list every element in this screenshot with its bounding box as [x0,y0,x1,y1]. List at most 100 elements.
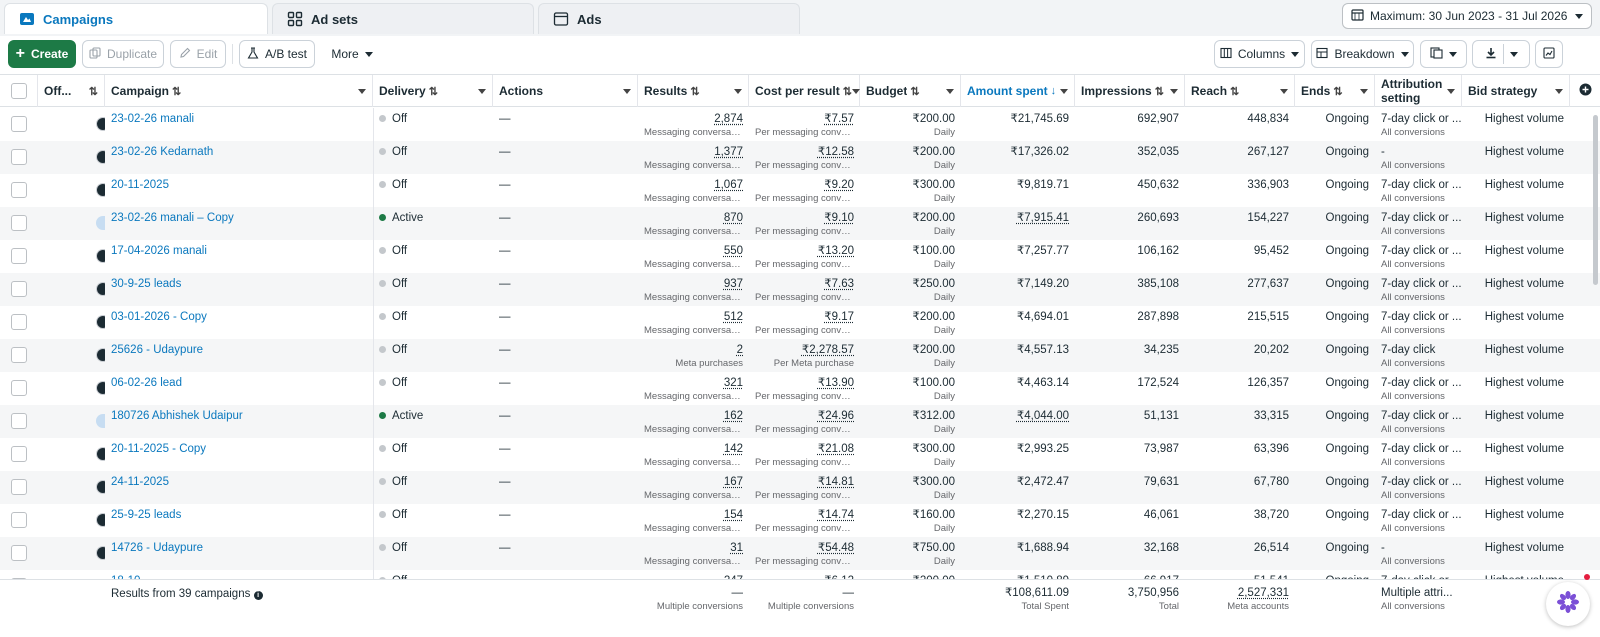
breakdown-button[interactable]: Breakdown [1311,40,1414,68]
tab-ads[interactable]: Ads [538,3,800,34]
campaign-toggle[interactable] [96,216,105,230]
edit-button[interactable]: Edit [170,40,226,68]
campaign-name-link[interactable]: 25-9-25 leads [111,508,367,522]
chevron-down-icon[interactable] [1447,89,1455,94]
chevron-down-icon[interactable] [946,89,954,94]
campaign-name-link[interactable]: 24-11-2025 [111,475,367,489]
results-subtext: Messaging conversati... [644,555,743,569]
add-column-button[interactable] [1570,75,1600,107]
campaign-name-link[interactable]: 25626 - Udaypure [111,343,367,357]
campaign-toggle[interactable] [96,381,105,395]
campaign-name-link[interactable]: 23-02-26 Kedarnath [111,145,367,159]
row-checkbox[interactable] [11,512,27,528]
row-checkbox[interactable] [11,446,27,462]
header-attribution-setting[interactable]: Attribution setting [1375,75,1462,107]
campaign-name-link[interactable]: 14726 - Udaypure [111,541,367,555]
header-impressions[interactable]: Impressions⇅ [1075,75,1185,107]
spent-value: ₹4,694.01 [967,310,1069,324]
vertical-scrollbar[interactable] [1593,115,1598,285]
select-all-checkbox[interactable] [11,83,27,99]
header-reach[interactable]: Reach⇅ [1185,75,1295,107]
duplicate-button[interactable]: Duplicate [82,40,164,68]
campaign-toggle[interactable] [96,414,105,428]
header-bid-strategy[interactable]: Bid strategy [1462,75,1570,107]
export-button[interactable] [1472,40,1530,68]
chevron-down-icon[interactable] [1170,89,1178,94]
campaign-toggle[interactable] [96,249,105,263]
header-amount-spent[interactable]: Amount spent↓ [961,75,1075,107]
tab-ad-sets[interactable]: Ad sets [272,3,534,34]
row-checkbox[interactable] [11,215,27,231]
delivery-status: Off [379,442,487,456]
header-delivery[interactable]: Delivery⇅ [373,75,493,107]
cell-spent: ₹1,688.94 [961,537,1075,570]
row-checkbox[interactable] [11,347,27,363]
campaign-toggle[interactable] [96,447,105,461]
header-results[interactable]: Results⇅ [638,75,749,107]
chevron-down-icon[interactable] [478,89,486,94]
chevron-down-icon[interactable] [623,89,631,94]
header-off-on[interactable]: Off...⇅ [38,75,105,107]
campaign-toggle[interactable] [96,282,105,296]
cell-budget: ₹750.00Daily [860,537,961,570]
header-actions[interactable]: Actions [493,75,638,107]
campaign-name-link[interactable]: 20-11-2025 [111,178,367,192]
campaign-toggle[interactable] [96,480,105,494]
chevron-down-icon[interactable] [1360,89,1368,94]
campaign-toggle[interactable] [96,513,105,527]
results-value: 162 [644,409,743,423]
campaign-name-link[interactable]: 23-02-26 manali – Copy [111,211,367,225]
more-button[interactable]: More [322,40,382,68]
chevron-down-icon[interactable] [852,89,860,94]
campaign-name-link[interactable]: 30-9-25 leads [111,277,367,291]
row-checkbox[interactable] [11,248,27,264]
campaign-name-link[interactable]: 180726 Abhishek Udaipur [111,409,367,423]
info-icon[interactable]: i [254,591,263,600]
ab-test-button[interactable]: A/B test [239,40,315,68]
chevron-down-icon[interactable] [1555,89,1563,94]
campaign-toggle[interactable] [96,183,105,197]
campaign-toggle[interactable] [96,546,105,560]
chevron-down-icon[interactable] [1060,89,1068,94]
toolbar-divider [232,44,233,64]
row-checkbox[interactable] [11,479,27,495]
header-campaign[interactable]: Campaign⇅ [105,75,373,107]
campaign-name-link[interactable]: 06-02-26 lead [111,376,367,390]
row-checkbox[interactable] [11,314,27,330]
campaign-toggle[interactable] [96,348,105,362]
row-checkbox[interactable] [11,413,27,429]
campaign-name-link[interactable]: 17-04-2026 manali [111,244,367,258]
cell-name: 23-02-26 manali – Copy [105,207,373,240]
row-checkbox[interactable] [11,116,27,132]
header-ends[interactable]: Ends⇅ [1295,75,1375,107]
cell-on [38,108,105,141]
cell-select [0,141,38,174]
row-checkbox[interactable] [11,545,27,561]
columns-button[interactable]: Columns [1214,40,1305,68]
row-checkbox[interactable] [11,182,27,198]
tab-campaigns[interactable]: Campaigns [4,3,268,34]
campaign-name-link[interactable]: 03-01-2026 - Copy [111,310,367,324]
cell-spent: ₹4,694.01 [961,306,1075,339]
row-checkbox[interactable] [11,281,27,297]
campaign-name-link[interactable]: 23-02-26 manali [111,112,367,126]
campaign-toggle[interactable] [96,117,105,131]
cell-on [38,471,105,504]
chevron-down-icon[interactable] [734,89,742,94]
assistant-button[interactable] [1546,582,1590,626]
campaign-name-link[interactable]: 20-11-2025 - Copy [111,442,367,456]
campaign-toggle[interactable] [96,315,105,329]
header-cost-per-result[interactable]: Cost per result⇅ [749,75,860,107]
chevron-down-icon[interactable] [358,89,366,94]
cpr-subtext: Per messaging conver... [755,192,854,206]
row-checkbox[interactable] [11,380,27,396]
cell-impressions: 73,987 [1075,438,1185,471]
campaign-toggle[interactable] [96,150,105,164]
row-checkbox[interactable] [11,149,27,165]
header-budget[interactable]: Budget⇅ [860,75,961,107]
date-range-picker[interactable]: Maximum: 30 Jun 2023 - 31 Jul 2026 [1342,3,1592,29]
create-button[interactable]: + Create [8,40,76,68]
chart-button[interactable] [1535,40,1563,68]
chevron-down-icon[interactable] [1280,89,1288,94]
reports-button[interactable] [1420,40,1467,68]
